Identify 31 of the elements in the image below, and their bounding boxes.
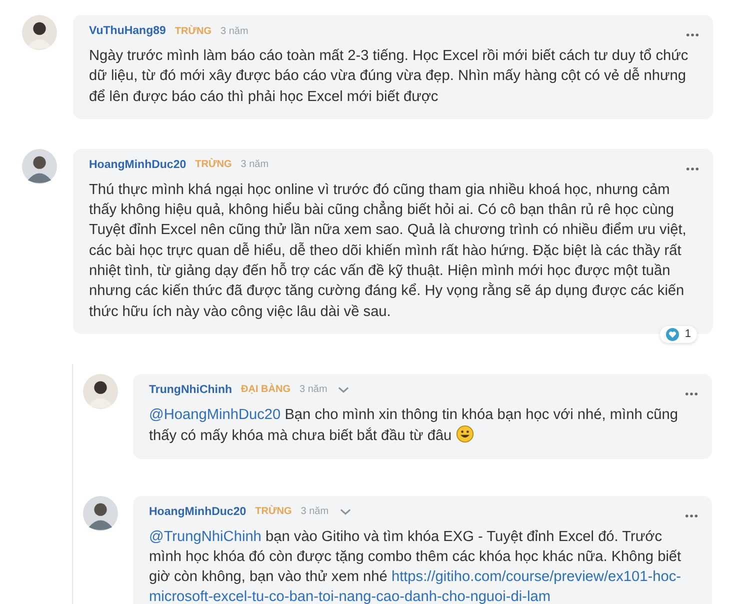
timestamp: 3 năm bbox=[220, 26, 248, 36]
avatar bbox=[22, 148, 57, 184]
avatar bbox=[83, 496, 118, 531]
url-link[interactable]: https://gitiho.com/course/preview/ex101-hoc- bbox=[391, 569, 682, 586]
chevron-icon[interactable] bbox=[338, 386, 350, 394]
rank-label: ĐẠI BÀNG bbox=[241, 384, 290, 396]
mention-link[interactable]: @HoangMinhDuc20 bbox=[149, 406, 281, 423]
timestamp: 3 năm bbox=[300, 506, 329, 518]
chevron-icon[interactable] bbox=[340, 508, 351, 516]
avatar bbox=[83, 374, 118, 409]
username[interactable]: HoangMinhDuc20 bbox=[89, 158, 186, 171]
reaction-badge[interactable]: 1 bbox=[660, 326, 697, 343]
comment-text: @HoangMinhDuc20 Bạn cho mình xin thông tin khóa bạn học với nhé, mình cũng thấy có mấy khóa mà chưa biết bắt đầu từ đâu bbox=[149, 406, 680, 446]
comment-text: Thú thực mình khá ngại học online vì trước đó cũng tham gia nhiều khoá học, nhưng cảm thấy không hiệu quả, không hiểu bài cũng chẳng biết hỏi ai. Có cô bạn thân rủ rê học cùng Tuyệt đỉnh Excel nên cũng thử lần nữa xem sao. Quả là chương trình có nhiều điểm ưu việt, các bài học trực quan dễ hiểu, dễ theo dõi khiến mình rất hào hứng. Đặc biệt là các thầy rất nhiệt tình, từ giảng dạy đến hỗ trợ các vấn đề kỹ thuật. Hiện mình mới học được một tuần nhưng các kiến thức đã được tăng cường đáng kể. Hy vọng rằng sẽ áp dụng được các kiến thức hữu ích này vào công việc lâu dài về sau. bbox=[89, 180, 688, 322]
username[interactable]: VuThuHang89 bbox=[89, 25, 166, 37]
timestamp: 3 năm bbox=[240, 159, 269, 170]
username[interactable]: TrungNhiChinh bbox=[149, 384, 232, 396]
rank-label: TRỪNG bbox=[255, 506, 292, 518]
rank-label: TRỪNG bbox=[174, 26, 212, 36]
rank-label: TRỪNG bbox=[195, 159, 232, 170]
username[interactable]: HoangMinhDuc20 bbox=[149, 506, 246, 518]
more-icon[interactable] bbox=[685, 392, 698, 396]
more-icon[interactable] bbox=[686, 33, 699, 37]
mention-link[interactable]: @TrungNhiChinh bbox=[149, 528, 262, 545]
more-icon[interactable] bbox=[686, 166, 699, 171]
avatar bbox=[22, 15, 57, 50]
timestamp: 3 năm bbox=[300, 384, 328, 396]
smiley-icon bbox=[456, 425, 474, 444]
comment-text: Ngày trước mình làm báo cáo toàn mất 2-3 tiếng. Học Excel rồi mới biết cách tư duy tổ chức dữ liệu, từ đó mới xây được báo cáo vừa đúng vừa đẹp. Nhìn mấy hàng cột có vẻ dễ nhưng để lên được báo cáo thì phải học Excel mới biết được bbox=[89, 47, 690, 107]
more-icon[interactable] bbox=[685, 514, 698, 518]
like-count: 1 bbox=[684, 328, 691, 340]
